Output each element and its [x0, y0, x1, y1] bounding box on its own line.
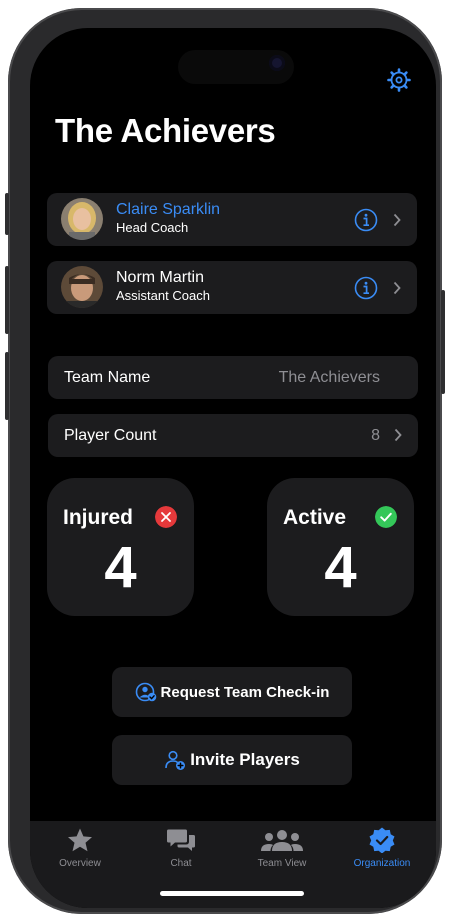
verified-badge-icon	[369, 827, 395, 853]
tab-chat[interactable]: Chat	[131, 821, 231, 881]
info-icon[interactable]	[354, 276, 378, 300]
invite-players-label: Invite Players	[190, 750, 300, 769]
checkmark-circle-icon	[375, 506, 397, 528]
avatar	[61, 266, 103, 308]
page-title: The Achievers	[55, 112, 276, 149]
coach-row-assistant[interactable]: Norm Martin Assistant Coach	[47, 261, 417, 314]
screen: The Achievers Claire Sparklin Head Coach	[30, 28, 436, 908]
request-check-in-button[interactable]: Request Team Check-in	[112, 667, 352, 717]
active-stat-card[interactable]: Active 4	[267, 478, 414, 616]
coach-row-head[interactable]: Claire Sparklin Head Coach	[47, 193, 417, 246]
coach-role: Head Coach	[116, 220, 189, 235]
chevron-right-icon	[393, 213, 401, 227]
star-icon	[68, 828, 92, 852]
injured-count: 4	[104, 535, 137, 600]
player-count-value: 8	[371, 427, 380, 444]
chevron-right-icon	[394, 428, 402, 442]
request-check-in-label: Request Team Check-in	[160, 683, 330, 701]
power-button	[441, 290, 445, 394]
player-count-label: Player Count	[64, 427, 157, 444]
tab-label: Team View	[257, 858, 307, 869]
tab-organization[interactable]: Organization	[332, 821, 432, 881]
tab-label: Organization	[353, 858, 411, 869]
invite-players-button[interactable]: Invite Players	[112, 735, 352, 785]
tab-team-view[interactable]: Team View	[232, 821, 332, 881]
volume-down-button	[5, 352, 9, 420]
front-camera	[269, 55, 285, 71]
people-icon	[261, 830, 303, 851]
chevron-right-icon	[393, 281, 401, 295]
injured-label: Injured	[63, 506, 134, 529]
tab-label: Overview	[59, 858, 101, 869]
home-indicator[interactable]	[160, 891, 304, 896]
tab-overview[interactable]: Overview	[30, 821, 130, 881]
chat-bubbles-icon	[167, 829, 195, 851]
action-button	[5, 193, 9, 235]
avatar	[61, 198, 103, 240]
coach-name[interactable]: Claire Sparklin	[116, 201, 220, 219]
person-add-icon	[165, 750, 186, 770]
active-count: 4	[324, 535, 357, 600]
tab-label: Chat	[170, 858, 192, 869]
coach-name: Norm Martin	[116, 269, 205, 286]
team-name-row[interactable]: Team Name The Achievers	[48, 356, 418, 399]
team-name-label: Team Name	[64, 369, 151, 386]
injured-stat-card[interactable]: Injured 4	[47, 478, 194, 616]
active-label: Active	[283, 506, 347, 529]
person-check-icon	[135, 682, 156, 702]
volume-up-button	[5, 266, 9, 334]
player-count-row[interactable]: Player Count 8	[48, 414, 418, 457]
team-name-value: The Achievers	[278, 369, 380, 386]
info-icon[interactable]	[354, 208, 378, 232]
settings-gear-icon[interactable]	[387, 68, 411, 92]
phone-frame: The Achievers Claire Sparklin Head Coach	[5, 8, 445, 914]
coach-role: Assistant Coach	[116, 288, 210, 303]
x-circle-icon	[155, 506, 177, 528]
